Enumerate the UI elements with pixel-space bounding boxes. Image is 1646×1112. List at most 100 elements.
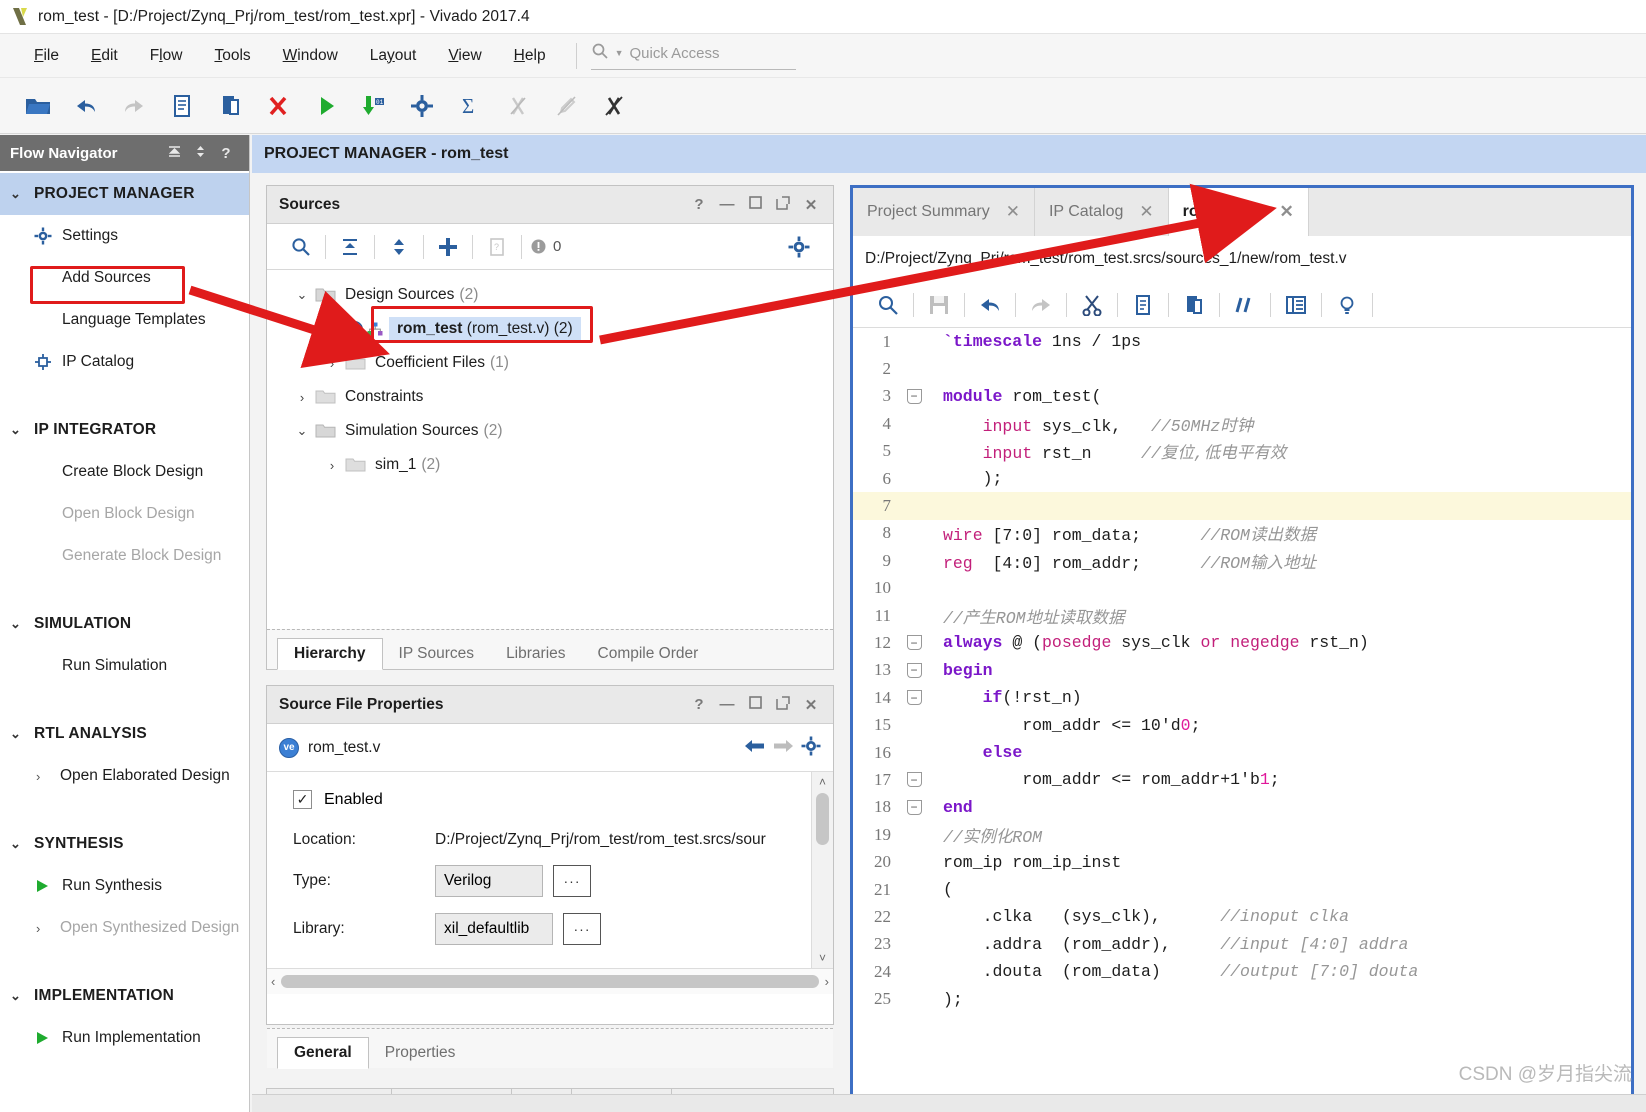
sidebar-section-implementation[interactable]: ⌄ IMPLEMENTATION [0,975,249,1017]
properties-horizontal-scrollbar[interactable]: ‹ › [267,968,833,994]
tab-hierarchy[interactable]: Hierarchy [277,638,383,670]
tab-ip-catalog[interactable]: IP Catalog ✕ [1035,188,1169,236]
sidebar-item-run-implementation[interactable]: Run Implementation [0,1017,249,1059]
float-icon[interactable] [769,195,797,214]
scrollbar-thumb[interactable] [281,975,819,988]
close-icon[interactable]: ✕ [1280,202,1294,222]
sidebar-item-create-block-design[interactable]: Create Block Design [0,451,249,493]
help-icon[interactable]: ? [213,145,239,162]
indent-icon[interactable] [1271,285,1321,325]
open-folder-icon[interactable] [14,84,62,128]
sidebar-section-simulation[interactable]: ⌄ SIMULATION [0,603,249,645]
sidebar-item-language-templates[interactable]: Language Templates [0,299,249,341]
sidebar-item-open-elaborated-design[interactable]: › Open Elaborated Design [0,755,249,797]
tab-general[interactable]: General [277,1037,369,1069]
gear-icon[interactable] [775,227,823,267]
sidebar-item-run-synthesis[interactable]: Run Synthesis [0,865,249,907]
tab-libraries[interactable]: Libraries [490,639,581,669]
library-field[interactable]: xil_defaultlib [435,913,553,945]
type-field[interactable]: Verilog [435,865,543,897]
scroll-down-arrow-icon[interactable]: ˅ [819,951,826,965]
menu-window[interactable]: Window [267,43,354,69]
menu-layout[interactable]: Layout [354,43,433,69]
download-bitstream-icon[interactable]: 01 [350,84,398,128]
collapse-all-icon[interactable] [326,227,374,267]
quick-access-search[interactable]: ▼ Quick Access [590,42,796,70]
collapse-all-icon[interactable] [161,144,187,163]
menu-view[interactable]: View [432,43,497,69]
scroll-up-arrow-icon[interactable]: ˄ [819,775,826,789]
sidebar-section-ip-integrator[interactable]: ⌄ IP INTEGRATOR [0,409,249,451]
close-icon[interactable]: ✕ [1006,202,1020,222]
chevron-right-icon[interactable]: › [289,390,315,405]
tab-ip-sources[interactable]: IP Sources [383,639,491,669]
settings-icon[interactable] [398,84,446,128]
close-design-icon[interactable] [590,84,638,128]
tree-row-sim-1[interactable]: › sim_1 (2) [271,448,833,482]
chevron-right-icon[interactable]: › [319,322,345,337]
help-icon[interactable]: ? [685,696,713,713]
bulb-icon[interactable] [1322,285,1372,325]
enabled-checkbox[interactable]: ✓ [293,790,312,809]
tree-row-coefficient-files[interactable]: › Coefficient Files (1) [271,346,833,380]
library-browse-button[interactable]: ··· [563,913,601,945]
tab-properties[interactable]: Properties [369,1038,472,1068]
sidebar-item-open-synthesized-design[interactable]: › Open Synthesized Design [0,907,249,949]
sidebar-item-open-block-design[interactable]: Open Block Design [0,493,249,535]
minimize-icon[interactable]: — [713,196,741,213]
close-icon[interactable]: ✕ [1139,202,1153,222]
undo-icon[interactable] [62,84,110,128]
tab-rom-test-v[interactable]: rom_test.v ✕ [1168,188,1309,236]
sidebar-item-add-sources[interactable]: Add Sources [0,257,249,299]
tab-compile-order[interactable]: Compile Order [582,639,715,669]
code-area[interactable]: 1 `timescale 1ns / 1ps 2 3− module rom_test(… [853,328,1631,1112]
tree-row-rom-test[interactable]: › ve rom_test (rom_test.v) (2) [271,312,833,346]
undo-icon[interactable] [965,285,1015,325]
gear-icon[interactable] [797,736,825,760]
tree-row-constraints[interactable]: › Constraints [271,380,833,414]
menu-tools[interactable]: Tools [198,43,266,69]
sidebar-item-ip-catalog[interactable]: IP Catalog [0,341,249,383]
type-browse-button[interactable]: ··· [553,865,591,897]
chevron-right-icon[interactable]: › [319,356,345,371]
add-sources-icon[interactable] [424,227,472,267]
maximize-icon[interactable] [741,696,769,713]
tree-row-simulation-sources[interactable]: ⌄ Simulation Sources (2) [271,414,833,448]
copy-icon[interactable] [206,84,254,128]
paste-icon[interactable] [1169,285,1219,325]
comment-icon[interactable] [1220,285,1270,325]
expand-all-icon[interactable] [375,227,423,267]
minimize-icon[interactable]: — [713,696,741,713]
run-icon[interactable] [302,84,350,128]
help-icon[interactable]: ? [685,196,713,213]
chevron-right-icon[interactable]: › [319,458,345,473]
fold-toggle-icon[interactable]: − [901,690,927,706]
menu-help[interactable]: Help [498,43,562,69]
maximize-icon[interactable] [741,196,769,213]
report-icon[interactable] [158,84,206,128]
tab-project-summary[interactable]: Project Summary ✕ [853,188,1035,236]
search-icon[interactable] [277,227,325,267]
sidebar-section-project-manager[interactable]: ⌄ PROJECT MANAGER [0,173,249,215]
tree-row-design-sources[interactable]: ⌄ Design Sources (2) [271,278,833,312]
menu-edit[interactable]: Edit [75,43,134,69]
fold-toggle-icon[interactable]: − [901,662,927,678]
sum-icon[interactable]: Σ [446,84,494,128]
fold-toggle-icon[interactable]: − [901,388,927,404]
fold-toggle-icon[interactable]: − [901,772,927,788]
sidebar-item-run-simulation[interactable]: Run Simulation [0,645,249,687]
menu-flow[interactable]: Flow [134,43,199,69]
enabled-checkbox-row[interactable]: ✓ Enabled [293,790,833,809]
properties-vertical-scrollbar[interactable]: ˄ ˅ [811,772,833,968]
close-icon[interactable]: ✕ [797,696,825,714]
sidebar-item-generate-block-design[interactable]: Generate Block Design [0,535,249,577]
copy-icon[interactable] [1118,285,1168,325]
menu-file[interactable]: File [18,43,75,69]
search-icon[interactable] [863,285,913,325]
fold-toggle-icon[interactable]: − [901,635,927,651]
sidebar-section-synthesis[interactable]: ⌄ SYNTHESIS [0,823,249,865]
scrollbar-thumb[interactable] [816,793,829,845]
scroll-right-arrow-icon[interactable]: › [825,974,829,989]
cancel-icon[interactable] [254,84,302,128]
float-icon[interactable] [769,695,797,714]
